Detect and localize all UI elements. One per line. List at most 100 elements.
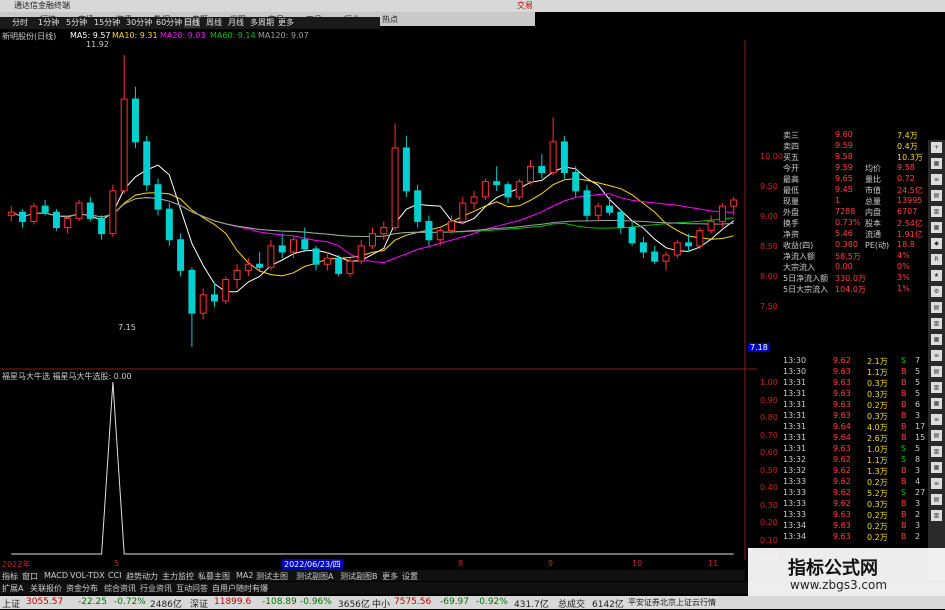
indicator-tab[interactable]: 更多 [382,571,398,582]
quote-value: 7288 [835,207,856,216]
quote-value2: 10.3万 [897,153,923,162]
period-tab[interactable]: 周线 [206,17,222,28]
quote-value2: 0.4万 [897,142,918,151]
indicator-tab[interactable]: 主力监控 [162,571,194,582]
rsi-icon[interactable]: R [931,254,942,265]
chart-icon[interactable]: ▤ [931,302,942,313]
period-tab[interactable]: 更多 [278,17,294,28]
indicator-tab[interactable]: 测试副图A [296,571,333,582]
quote-value2: 0.72 [897,174,915,183]
indicator-tab[interactable]: 趋势动力 [126,571,158,582]
candle-body [154,184,162,210]
settings-icon[interactable]: ⚙ [931,286,942,297]
info-tab[interactable]: 自用户随时有爆 [212,583,268,594]
quote-row: 大宗流入 0.00 0% [783,262,928,273]
indicator-tick: 0.40 [760,483,778,492]
kline-chart[interactable] [0,40,757,370]
period-tab[interactable]: 月线 [228,17,244,28]
period-tab[interactable]: 15分钟 [94,17,120,28]
tick-row: 13:32 9.62 1.1万 S 8 [783,455,928,466]
tick-row: 13:34 9.63 0.2万 B 2 [783,532,928,543]
index-label[interactable]: 上证 [2,597,20,610]
quote-key: 今开 [783,164,799,173]
doc-icon[interactable]: ▥ [931,510,942,521]
watermark-title: 指标公式网 [788,558,878,579]
index-label[interactable]: 总成交 [558,597,585,610]
index-label[interactable]: 深证 [190,597,208,610]
grid-icon[interactable]: ▦ [931,398,942,409]
chart-icon[interactable]: ▤ [931,430,942,441]
tick-count: 2 [915,510,921,519]
indicator-tab[interactable]: 测试主图 [256,571,288,582]
chart-icon[interactable]: ▤ [931,366,942,377]
index-value: 3055.57 [26,597,64,607]
price-tick: 8.50 [760,242,778,251]
menu-item[interactable]: 热点 [382,14,398,25]
tick-volume: 1.1万 [867,456,888,465]
list-icon[interactable]: ≡ [931,414,942,425]
quote-key2: PE(动) [865,241,890,250]
indicator-tab[interactable]: 设置 [402,571,418,582]
chart-icon[interactable]: ▤ [931,494,942,505]
star-icon[interactable]: ★ [931,270,942,281]
indicator-tab[interactable]: 窗口 [22,571,38,582]
indicator-tab[interactable]: 指标 [2,571,18,582]
chart-icon[interactable]: ▤ [931,190,942,201]
info-tab[interactable]: 资金分布 [66,583,98,594]
tick-volume: 0.2万 [867,522,888,531]
list-icon[interactable]: ≡ [931,478,942,489]
tick-price: 9.63 [833,378,851,387]
plus-icon[interactable]: + [931,142,942,153]
tick-price: 9.62 [833,477,851,486]
watermark: 指标公式网 www.zbgs3.com [748,548,945,596]
grid-icon[interactable]: ▦ [931,222,942,233]
tick-side: B [901,499,907,508]
period-tab[interactable]: 30分钟 [126,17,152,28]
period-tab[interactable]: 1分钟 [38,17,59,28]
doc-icon[interactable]: ▥ [931,382,942,393]
candle-body [323,257,331,265]
indicator-tab[interactable]: MACD [44,571,68,580]
info-tab[interactable]: 扩展A [2,583,23,594]
trade-button[interactable]: 交易 [517,0,533,12]
period-tab[interactable]: 多周期 [250,17,274,28]
period-tab-selected[interactable]: 日线 [184,17,200,28]
period-tab[interactable]: 分时 [12,17,28,28]
tick-price: 9.62 [833,356,851,365]
tick-side: B [901,532,907,541]
indicator-tab[interactable]: 私募主图 [198,571,230,582]
indicator-chart[interactable] [0,370,757,560]
tick-side: B [901,477,907,486]
grid-icon[interactable]: ▦ [931,334,942,345]
grid-icon[interactable]: ▦ [931,158,942,169]
tick-count: 27 [915,488,926,497]
indicator-tab[interactable]: VOL-TDX [70,571,105,580]
list-icon[interactable]: ≡ [931,174,942,185]
candle-body [312,248,320,265]
bell-icon[interactable]: ◆ [931,238,942,249]
info-tab[interactable]: 行业资讯 [140,583,172,594]
indicator-tab[interactable]: MA2 [236,571,253,580]
doc-icon[interactable]: ▥ [931,446,942,457]
period-tab[interactable]: 5分钟 [66,17,87,28]
doc-icon[interactable]: ▥ [931,206,942,217]
tick-price: 9.62 [833,488,851,497]
indicator-tab[interactable]: 测试副图B [340,571,378,582]
period-tab[interactable]: 60分钟 [156,17,182,28]
indicator-tab[interactable]: CCI [108,571,122,580]
grid-icon[interactable]: ▦ [931,462,942,473]
index-label[interactable]: 中小 [372,597,390,610]
list-icon[interactable]: ≡ [931,350,942,361]
tick-count: 17 [915,422,926,431]
candle-body [560,141,568,173]
ma5-label: MA5: 9.57 [70,31,111,40]
info-tab[interactable]: 互动问答 [176,583,208,594]
candle-body [301,239,309,250]
info-tab[interactable]: 综合资讯 [104,583,136,594]
doc-icon[interactable]: ▥ [931,318,942,329]
info-tab[interactable]: 关联报价 [30,583,62,594]
quote-value: 58.5万 [835,252,861,261]
candle-body [549,141,557,173]
indicator-tick: 0.70 [760,430,778,440]
tick-count: 4 [915,477,921,486]
